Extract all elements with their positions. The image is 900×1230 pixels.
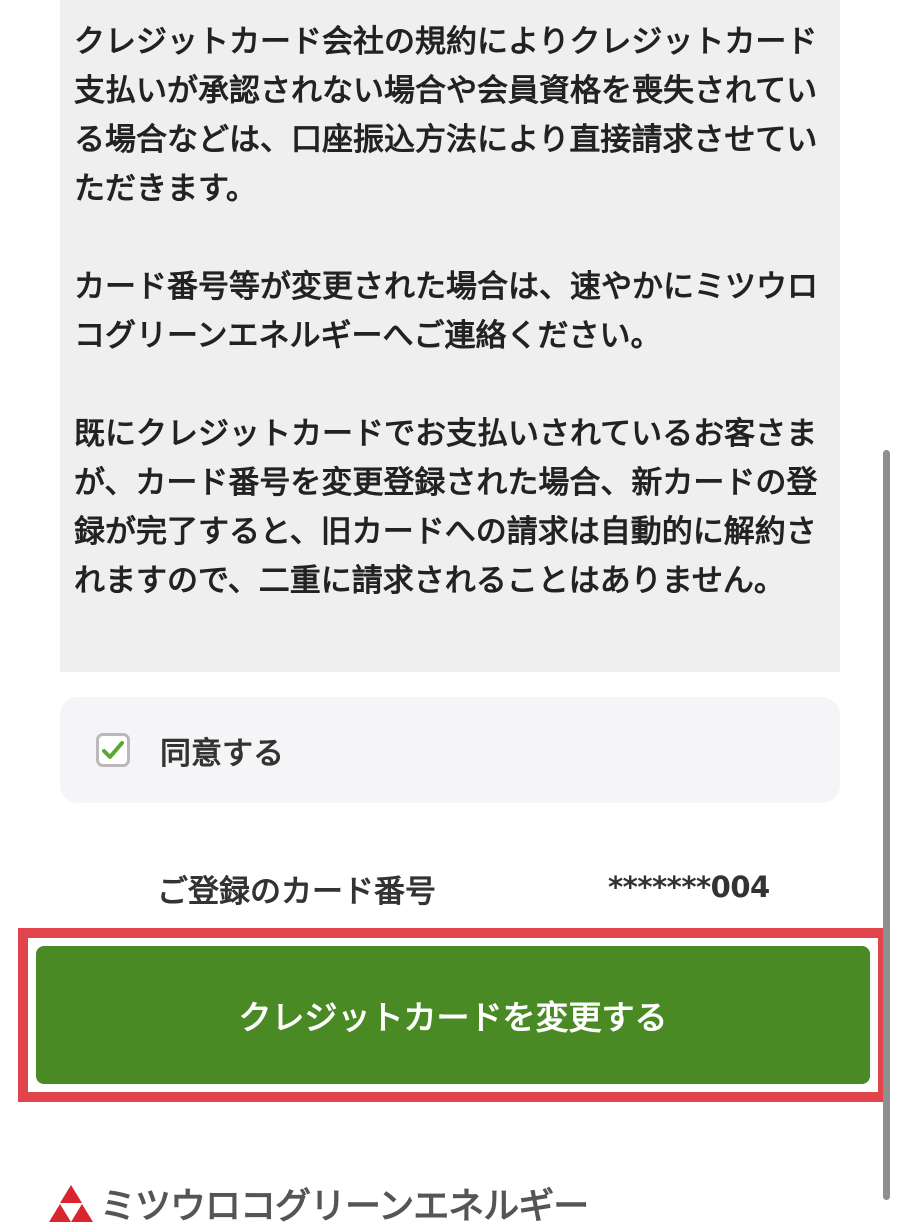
agree-checkbox[interactable] (96, 733, 130, 767)
company-logo: ミツウロコグリーンエネルギー (48, 1180, 589, 1227)
button-highlight-inner: クレジットカードを変更する (28, 938, 878, 1092)
terms-text-box: クレジットカード会社の規約によりクレジットカード支払いが承認されない場合や会員資… (60, 0, 840, 672)
button-highlight-frame: クレジットカードを変更する (18, 928, 888, 1102)
vertical-scrollbar[interactable] (883, 450, 890, 1200)
agree-checkbox-row[interactable]: 同意する (60, 697, 840, 803)
terms-paragraph: カード番号等が変更された場合は、速やかにミツウロコグリーンエネルギーへご連絡くだ… (74, 269, 818, 354)
terms-paragraph: 既にクレジットカードでお支払いされているお客さまが、カード番号を変更登録された場… (74, 416, 818, 599)
mitsuuroko-triangle-logo-icon (49, 1185, 93, 1222)
registered-card-label: ご登録のカード番号 (157, 874, 436, 910)
check-icon (102, 741, 124, 759)
page: クレジットカード会社の規約によりクレジットカード支払いが承認されない場合や会員資… (0, 0, 900, 1230)
agree-label: 同意する (160, 735, 284, 772)
change-credit-card-button[interactable]: クレジットカードを変更する (36, 946, 870, 1084)
company-logo-text: ミツウロコグリーンエネルギー (100, 1186, 589, 1227)
registered-card-number: *******004 (608, 870, 770, 904)
registered-card-row: ご登録のカード番号 *******004 (60, 860, 840, 916)
terms-paragraph: クレジットカード会社の規約によりクレジットカード支払いが承認されない場合や会員資… (74, 24, 818, 207)
